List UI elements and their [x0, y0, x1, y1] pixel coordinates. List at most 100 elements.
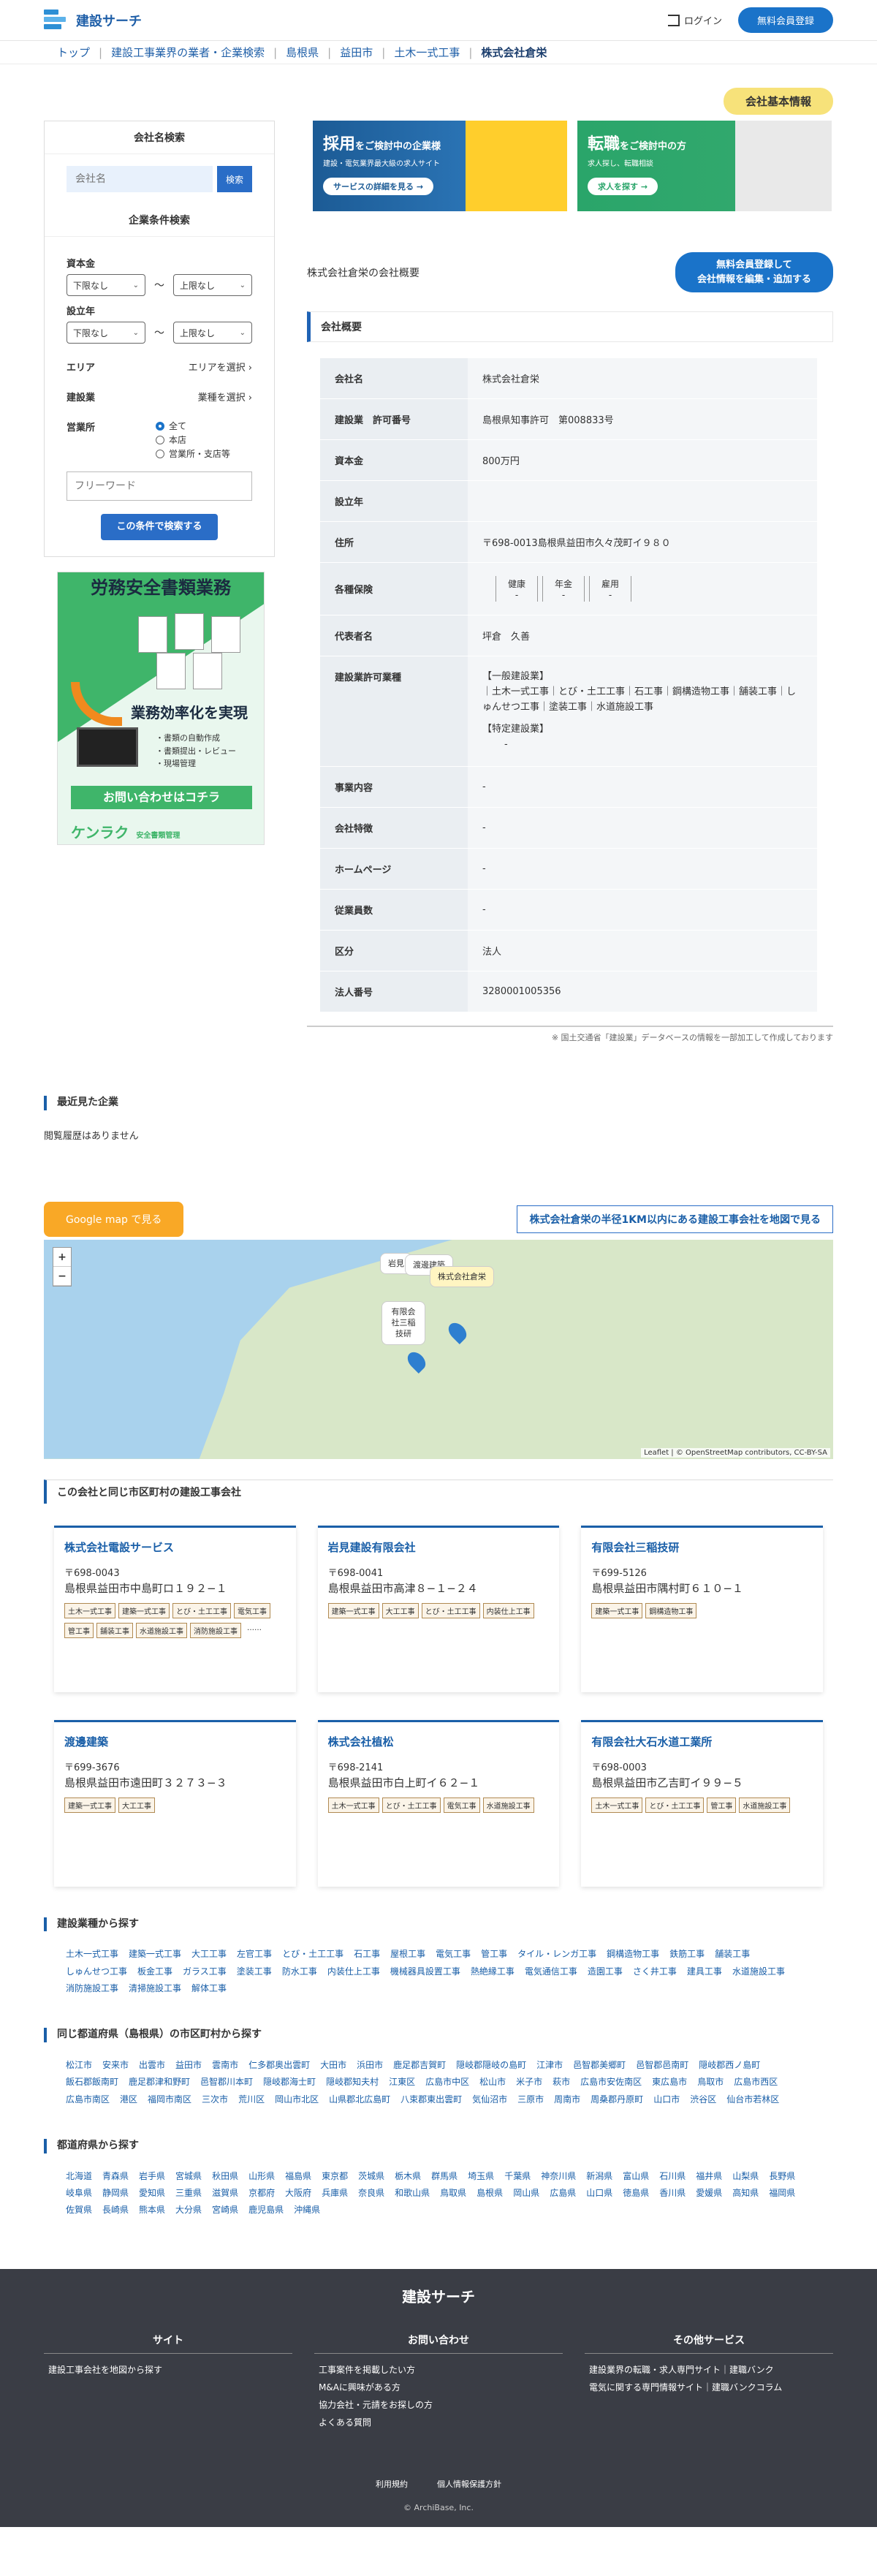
city-link[interactable]: 雲南市	[212, 2057, 238, 2074]
pref-link[interactable]: 熊本県	[139, 2202, 165, 2219]
pref-link[interactable]: 福井県	[696, 2168, 722, 2185]
city-link[interactable]: 周南市	[554, 2091, 580, 2108]
company-card-name[interactable]: 株式会社電設サービス	[64, 1539, 286, 1555]
industry-link[interactable]: 石工事	[354, 1946, 380, 1963]
city-link[interactable]: 仁多郡奥出雲町	[248, 2057, 310, 2074]
pref-link[interactable]: 広島県	[550, 2185, 576, 2202]
company-card[interactable]: 株式会社植松 〒698-2141 島根県益田市白上町イ６２−１ 土木一式工事 とび・土工…	[317, 1719, 560, 1887]
city-link[interactable]: 鳥取市	[697, 2074, 724, 2091]
city-link[interactable]: 飯石郡飯南町	[66, 2074, 118, 2091]
industry-link[interactable]: 屋根工事	[390, 1946, 425, 1963]
pref-link[interactable]: 山形県	[248, 2168, 275, 2185]
radio-head-office[interactable]: 本店	[155, 433, 230, 446]
company-card-name[interactable]: 有限会社大石水道工業所	[591, 1734, 813, 1749]
pref-link[interactable]: 福岡県	[769, 2185, 795, 2202]
company-map[interactable]: + − 岩見 渡邊建築 株式会社倉栄 有限会社三稲技研 Leaflet | © O…	[44, 1239, 833, 1459]
breadcrumb-pref[interactable]: 島根県	[286, 45, 319, 60]
city-link[interactable]: 隠岐郡隠岐の島町	[456, 2057, 526, 2074]
industry-link[interactable]: 土木一式工事	[66, 1946, 118, 1963]
map-pin-icon[interactable]	[404, 1348, 429, 1374]
pref-link[interactable]: 島根県	[477, 2185, 503, 2202]
area-select[interactable]: エリアを選択 ›	[189, 360, 252, 374]
city-link[interactable]: 三原市	[517, 2091, 544, 2108]
industry-link[interactable]: 管工事	[481, 1946, 507, 1963]
industry-link[interactable]: 大工工事	[191, 1946, 227, 1963]
company-card-name[interactable]: 株式会社植松	[328, 1734, 550, 1749]
pref-link[interactable]: 富山県	[623, 2168, 649, 2185]
footer-link[interactable]: 工事案件を掲載したい方	[319, 2361, 563, 2379]
footer-link[interactable]: 協力会社・元請をお探しの方	[319, 2396, 563, 2414]
city-link[interactable]: 江東区	[389, 2074, 415, 2091]
city-link[interactable]: 鹿足郡吉賀町	[393, 2057, 446, 2074]
founded-min-select[interactable]: 下限なし ⌄	[67, 322, 145, 344]
pref-link[interactable]: 滋賀県	[212, 2185, 238, 2202]
industry-link[interactable]: 鉄筋工事	[669, 1946, 705, 1963]
city-link[interactable]: 隠岐郡知夫村	[326, 2074, 379, 2091]
city-link[interactable]: 渋谷区	[690, 2091, 716, 2108]
industry-link[interactable]: 板金工事	[137, 1963, 172, 1980]
pref-link[interactable]: 秋田県	[212, 2168, 238, 2185]
name-search-button[interactable]: 検索	[216, 166, 252, 192]
company-card-name[interactable]: 渡邊建築	[64, 1734, 286, 1749]
footer-link[interactable]: 建設業界の転職・求人専門サイト｜建職バンク	[589, 2361, 833, 2379]
nearby-map-link[interactable]: 株式会社倉栄の半径1KM以内にある建設工事会社を地図で見る	[517, 1205, 833, 1233]
pref-link[interactable]: 山口県	[586, 2185, 612, 2202]
footer-link[interactable]: 建設工事会社を地図から探す	[48, 2361, 292, 2379]
pref-link[interactable]: 北海道	[66, 2168, 92, 2185]
industry-link[interactable]: 電気工事	[436, 1946, 471, 1963]
pref-link[interactable]: 山梨県	[732, 2168, 759, 2185]
zoom-out-button[interactable]: −	[53, 1267, 71, 1286]
company-card-name[interactable]: 有限会社三稲技研	[591, 1539, 813, 1555]
industry-row[interactable]: 建設業 業種を選択 ›	[67, 390, 252, 404]
pref-link[interactable]: 宮城県	[175, 2168, 202, 2185]
breadcrumb-search[interactable]: 建設工事業界の業者・企業検索	[111, 45, 265, 60]
company-card[interactable]: 渡邊建築 〒699-3676 島根県益田市遠田町３２７３−３ 建築一式工事 大工工事	[54, 1719, 296, 1887]
city-link[interactable]: 松山市	[479, 2074, 506, 2091]
city-link[interactable]: 隠岐郡海士町	[263, 2074, 316, 2091]
pref-link[interactable]: 青森県	[102, 2168, 129, 2185]
pref-link[interactable]: 愛媛県	[696, 2185, 722, 2202]
pref-link[interactable]: 群馬県	[431, 2168, 458, 2185]
footer-link[interactable]: よくある質問	[319, 2414, 563, 2431]
pref-link[interactable]: 岩手県	[139, 2168, 165, 2185]
site-logo[interactable]: 建設サーチ	[44, 9, 142, 31]
city-link[interactable]: 出雲市	[139, 2057, 165, 2074]
industry-link[interactable]: 造園工事	[588, 1963, 623, 1980]
pref-link[interactable]: 長崎県	[102, 2202, 129, 2219]
pref-link[interactable]: 新潟県	[586, 2168, 612, 2185]
city-link[interactable]: 邑智郡邑南町	[636, 2057, 688, 2074]
capital-max-select[interactable]: 上限なし ⌄	[173, 274, 252, 296]
industry-link[interactable]: とび・土工工事	[282, 1946, 343, 1963]
company-card[interactable]: 有限会社大石水道工業所 〒698-0003 島根県益田市乙吉町イ９９−５ 土木一式工事…	[581, 1719, 823, 1887]
pref-link[interactable]: 福島県	[285, 2168, 311, 2185]
pref-link[interactable]: 東京都	[322, 2168, 348, 2185]
pref-link[interactable]: 石川県	[659, 2168, 686, 2185]
city-link[interactable]: 三次市	[202, 2091, 228, 2108]
industry-link[interactable]: 水道施設工事	[732, 1963, 785, 1980]
pref-link[interactable]: 奈良県	[358, 2185, 384, 2202]
edit-company-button[interactable]: 無料会員登録して 会社情報を編集・追加する	[675, 252, 833, 292]
industry-link[interactable]: 塗装工事	[237, 1963, 272, 1980]
company-card-name[interactable]: 岩見建設有限会社	[328, 1539, 550, 1555]
pref-link[interactable]: 鳥取県	[440, 2185, 466, 2202]
industry-link[interactable]: タイル・レンガ工事	[517, 1946, 596, 1963]
pref-link[interactable]: 千葉県	[504, 2168, 531, 2185]
industry-link[interactable]: 清掃施設工事	[129, 1980, 181, 1997]
pref-link[interactable]: 岡山県	[513, 2185, 539, 2202]
pref-link[interactable]: 和歌山県	[395, 2185, 430, 2202]
breadcrumb-city[interactable]: 益田市	[340, 45, 373, 60]
company-card[interactable]: 有限会社三稲技研 〒699-5126 島根県益田市隅村町６１０−１ 建築一式工事 鋼構造…	[581, 1525, 823, 1692]
industry-link[interactable]: ガラス工事	[183, 1963, 227, 1980]
privacy-link[interactable]: 個人情報保護方針	[437, 2478, 501, 2490]
city-link[interactable]: 益田市	[175, 2057, 202, 2074]
radio-branch[interactable]: 営業所・支店等	[155, 447, 230, 460]
city-link[interactable]: 仙台市若林区	[726, 2091, 779, 2108]
industry-select[interactable]: 業種を選択 ›	[198, 390, 252, 404]
google-map-button[interactable]: Google map で見る	[44, 1201, 184, 1237]
pref-link[interactable]: 栃木県	[395, 2168, 421, 2185]
pref-link[interactable]: 大阪府	[285, 2185, 311, 2202]
city-link[interactable]: 広島市西区	[734, 2074, 778, 2091]
pref-link[interactable]: 兵庫県	[322, 2185, 348, 2202]
industry-link[interactable]: しゅんせつ工事	[66, 1963, 127, 1980]
banner-button[interactable]: サービスの詳細を見る →	[323, 178, 434, 195]
